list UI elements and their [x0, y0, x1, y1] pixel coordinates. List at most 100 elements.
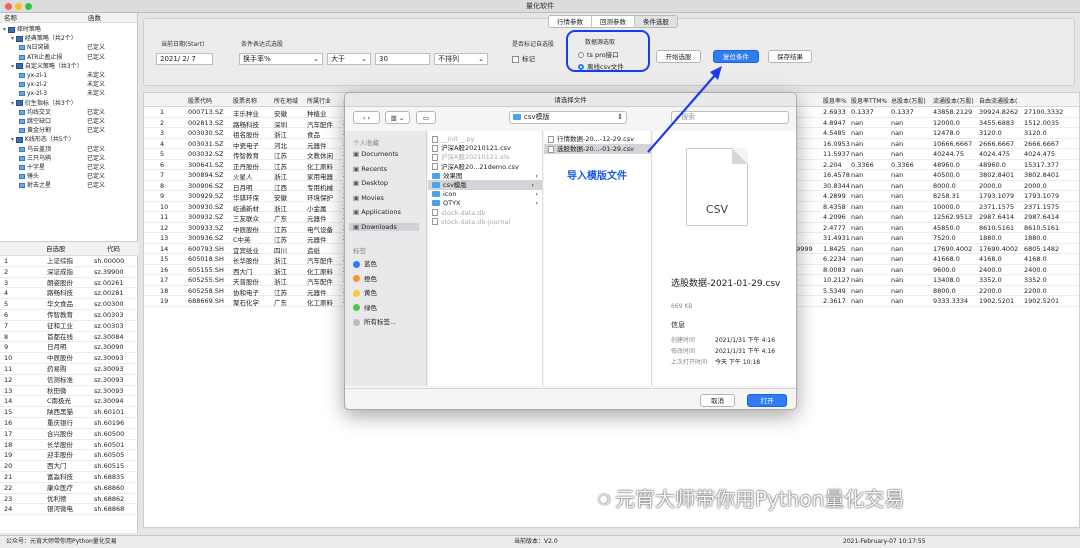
sidebar-section-tags[interactable]: 标签	[353, 245, 366, 255]
condition-operator-select[interactable]: 大于 ⌄	[327, 53, 371, 65]
watchlist-row[interactable]: 20 西大门 sh.60515	[0, 461, 138, 472]
tree-node[interactable]: 乌云盖顶 已定义	[19, 145, 105, 154]
sidebar-tag[interactable]: 所有标签...	[353, 316, 396, 326]
sidebar-item[interactable]: ▣ Movies	[353, 194, 384, 202]
file-item[interactable]: stock-data.db-journal	[432, 217, 546, 227]
watchlist-row[interactable]: 14 C南极光 sz.30094	[0, 396, 138, 408]
watchlist-row[interactable]: 7 征和工业 sz.00303	[0, 321, 138, 332]
tree-node[interactable]: 跳空缺口 已定义	[19, 117, 105, 126]
tree-node[interactable]: 锤头 已定义	[19, 172, 105, 181]
dialog-sidebar[interactable]: 个人收藏 ▣ Documents ▣ Recents ▣ Desktop ▣ Movie…	[345, 131, 427, 386]
sidebar-tag[interactable]: 橙色	[353, 273, 377, 283]
column-header[interactable]: 所属行业	[307, 96, 331, 105]
left-pane: 名称 函数 ▾ 择时策略 ▾ 经典策略（共2个） N日突破 已定义 ATR止盈止损 已定义…	[0, 13, 138, 533]
watchlist-row[interactable]: 13 秋田微 sz.30093	[0, 386, 138, 397]
dialog-column-1[interactable]: __init__.py 沪深A股20210121.csv 沪深A股20210121.…	[428, 131, 543, 386]
tree-node[interactable]: 三只乌鸦 已定义	[19, 154, 105, 163]
watchlist-row[interactable]: 15 陕西黑猫 sh.60101	[0, 407, 138, 418]
folder-location-select[interactable]: csv模版 ⇕	[509, 111, 627, 124]
file-item[interactable]: 行情数据-20...-12-29.csv	[548, 134, 655, 144]
sidebar-tag[interactable]: 绿色	[353, 302, 377, 312]
column-header[interactable]: 总股本(万股)	[891, 96, 926, 105]
cancel-button[interactable]: 取消	[700, 394, 735, 407]
tree-node[interactable]: N日突破 已定义	[19, 43, 105, 52]
column-header[interactable]: 股息率%	[823, 96, 847, 105]
watchlist-row[interactable]: 21 富淼科技 sh.68835	[0, 472, 138, 483]
checkbox-box[interactable]	[512, 55, 519, 63]
condition-field-select[interactable]: 换手率% ⌄	[239, 53, 323, 65]
tree-node[interactable]: ▾ 经典策略（共2个）	[11, 34, 77, 43]
tree-node[interactable]: ▾ 衍生指标（共3个）	[11, 99, 77, 108]
sidebar-tag[interactable]: 蓝色	[353, 258, 377, 268]
column-header[interactable]: 股息率TTM%	[851, 96, 887, 105]
column-header[interactable]: 流通股本(万股)	[933, 96, 974, 105]
watchlist[interactable]: 自选股 代码 1 上证综指 sh.00000 2 深证成指 sz.39900 3 朗姿股份 sz…	[0, 241, 138, 531]
watchlist-row[interactable]: 11 药易购 sz.30093	[0, 364, 138, 375]
tree-node[interactable]: yx-zl-1 未定义	[19, 71, 105, 80]
sidebar-item[interactable]: ▣ Documents	[353, 150, 398, 158]
watchlist-row[interactable]: 4 路畅科技 sz.00281	[0, 288, 138, 300]
tree-node[interactable]: ▾ K线形态（共5个）	[11, 135, 75, 144]
sort-select[interactable]: 不排列 ⌄	[434, 53, 488, 65]
sidebar-item-label: Recents	[361, 164, 388, 173]
column-header[interactable]: 所在地域	[274, 96, 298, 105]
watchlist-row[interactable]: 3 朗姿股份 sz.00261	[0, 278, 138, 289]
watchlist-row[interactable]: 2 深证成指 sz.39900	[0, 267, 138, 278]
tree-node[interactable]: yx-zl-3 未定义	[19, 89, 105, 98]
sidebar-item[interactable]: ▣ Downloads	[349, 222, 419, 231]
table-cell: 正丹股份	[233, 162, 259, 171]
watchlist-row[interactable]: 9 日月明 sz.30090	[0, 342, 138, 354]
watchlist-row[interactable]: 19 迎丰股份 sh.60505	[0, 450, 138, 462]
window-controls[interactable]	[5, 3, 35, 12]
tree-node[interactable]: ▾ 自定义策略（共3个）	[11, 62, 83, 71]
watchlist-row[interactable]: 6 传智教育 sz.00303	[0, 310, 138, 321]
sidebar-item[interactable]: ▣ Desktop	[353, 179, 388, 187]
column-header[interactable]: 自由流通股本(	[979, 96, 1017, 105]
tree-node[interactable]: 均线交叉 已定义	[19, 108, 105, 117]
tree-node[interactable]: ▾ 择时策略	[3, 25, 41, 34]
view-mode-button[interactable]: ▥ ⌄	[385, 111, 410, 124]
file-item[interactable]: 选股数据-20...-01-29.csv	[544, 144, 651, 154]
tab-bar[interactable]: 行情参数 回测参数 条件选股	[548, 15, 678, 28]
tab-backtest-params[interactable]: 回测参数	[592, 16, 635, 27]
condition-value-input[interactable]: 30	[375, 53, 430, 65]
column-header[interactable]: 股票代码	[188, 96, 212, 105]
zoom-window-button[interactable]	[25, 3, 32, 10]
tab-market-params[interactable]: 行情参数	[549, 16, 592, 27]
column-header[interactable]: 股票名称	[233, 96, 257, 105]
watchlist-row[interactable]: 5 华文食品 sz.00300	[0, 299, 138, 310]
tree-node[interactable]: ATR止盈止损 已定义	[19, 53, 105, 62]
sidebar-item[interactable]: ▣ Recents	[353, 165, 387, 173]
chevron-left-icon[interactable]: ‹	[363, 114, 366, 122]
watchlist-row[interactable]: 12 信测标准 sz.30093	[0, 375, 138, 386]
strategy-tree[interactable]: ▾ 择时策略 ▾ 经典策略（共2个） N日突破 已定义 ATR止盈止损 已定义 ▾ 自定义策…	[0, 23, 137, 228]
watchlist-row[interactable]: 22 康众医疗 sh.68860	[0, 483, 138, 494]
watchlist-row[interactable]: 16 重庆银行 sh.60196	[0, 418, 138, 429]
minimize-window-button[interactable]	[15, 3, 22, 10]
watchlist-row-index: 7	[4, 321, 9, 330]
watchlist-row[interactable]: 24 银河微电 sh.68868	[0, 504, 138, 516]
tree-node[interactable]: 十字星 已定义	[19, 163, 105, 172]
save-results-button[interactable]: 保存结果	[768, 50, 812, 63]
watchlist-row[interactable]: 18 长华股份 sh.60501	[0, 440, 138, 451]
watchlist-row[interactable]: 10 中辰股份 sz.30093	[0, 353, 138, 364]
close-window-button[interactable]	[5, 3, 12, 10]
file-item-label: stock-data.db	[441, 208, 486, 217]
watchlist-row[interactable]: 17 合兴股份 sh.60500	[0, 429, 138, 440]
tree-node[interactable]: yx-zl-2 未定义	[19, 80, 105, 89]
open-button[interactable]: 打开	[747, 394, 787, 407]
sidebar-item[interactable]: ▣ Applications	[353, 208, 401, 216]
mark-checkbox[interactable]: 标记	[512, 53, 535, 63]
tree-node[interactable]: 黄金分割 已定义	[19, 126, 105, 135]
tree-node[interactable]: 射击之星 已定义	[19, 181, 105, 190]
chevron-right-icon[interactable]: ›	[368, 114, 371, 122]
date-field[interactable]: 2021/ 2/ 7	[156, 53, 213, 65]
watchlist-row[interactable]: 1 上证综指 sh.00000	[0, 256, 138, 267]
sidebar-section-favorites[interactable]: 个人收藏	[353, 137, 379, 147]
sidebar-tag[interactable]: 黄色	[353, 287, 377, 297]
watchlist-row[interactable]: 8 首都在线 sz.30084	[0, 332, 138, 343]
watchlist-row[interactable]: 23 优利德 sh.68862	[0, 494, 138, 505]
new-folder-button[interactable]: ▭	[416, 111, 436, 124]
tab-stock-selection[interactable]: 条件选股	[635, 16, 677, 27]
nav-back-forward[interactable]: ‹ ›	[353, 111, 380, 124]
